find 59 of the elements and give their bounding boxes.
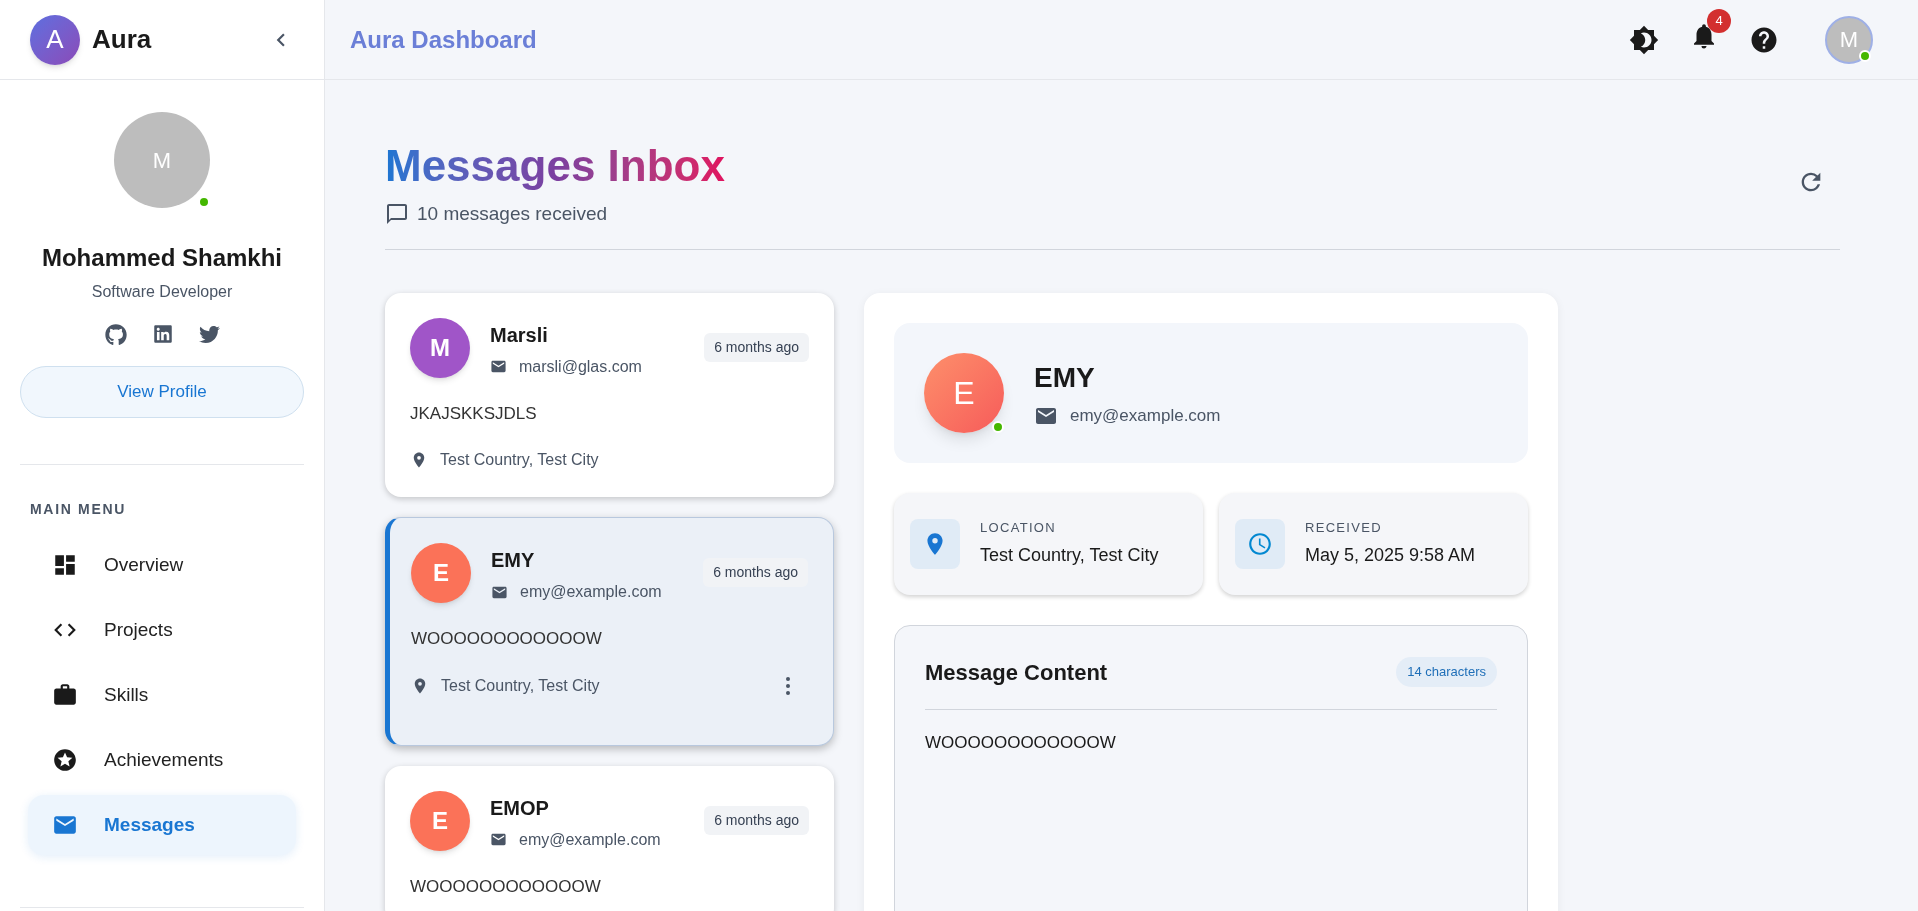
sender-email: emy@example.com bbox=[1070, 404, 1221, 427]
star-icon bbox=[52, 747, 78, 773]
message-count: 10 messages received bbox=[417, 202, 608, 226]
message-text: WOOOOOOOOOOOOW bbox=[925, 731, 1117, 754]
location-pin-icon bbox=[910, 518, 960, 569]
info-label: LOCATION bbox=[980, 518, 1057, 537]
sender-location: Test Country, Test City bbox=[440, 450, 599, 470]
time-chip: 6 months ago bbox=[703, 558, 808, 587]
profile-name: Mohammed Shamkhi bbox=[41, 243, 282, 273]
info-label: RECEIVED bbox=[1305, 518, 1383, 537]
clock-icon bbox=[1235, 518, 1285, 569]
menu-item[interactable]: Overview bbox=[28, 535, 296, 595]
github-icon[interactable] bbox=[104, 324, 127, 346]
sender-name: Marsli bbox=[490, 322, 549, 348]
dashboard-icon bbox=[52, 552, 78, 578]
menu-item[interactable]: Messages bbox=[28, 795, 296, 855]
profile-avatar: M bbox=[114, 112, 210, 208]
character-count: 14 characters bbox=[1396, 657, 1497, 687]
message-preview: WOOOOOOOOOOOOW bbox=[410, 875, 602, 898]
dashboard-title: Aura Dashboard bbox=[350, 24, 537, 55]
sender-avatar: E bbox=[924, 352, 1004, 433]
view-profile-button[interactable]: View Profile bbox=[20, 366, 304, 418]
message-preview: WOOOOOOOOOOOOW bbox=[411, 628, 603, 650]
app-name: Aura bbox=[92, 23, 152, 56]
content-title: Message Content bbox=[925, 658, 1108, 687]
linkedin-icon[interactable] bbox=[152, 324, 173, 344]
message-card[interactable]: M Marsli marsli@glas.com 6 months ago JKAJSKKSJDLS Test Country, Test City bbox=[385, 292, 834, 497]
menu-item[interactable]: Projects bbox=[28, 600, 296, 660]
time-chip: 6 months ago bbox=[704, 805, 809, 835]
sender-email: emy@example.com bbox=[520, 582, 662, 602]
profile-role: Software Developer bbox=[91, 282, 233, 302]
menu-item[interactable]: Achievements bbox=[28, 730, 296, 790]
sender-name: EMY bbox=[1034, 360, 1096, 395]
menu-item[interactable]: Skills bbox=[28, 665, 296, 725]
notification-count: 4 bbox=[1707, 9, 1731, 33]
sender-email: marsli@glas.com bbox=[519, 356, 642, 377]
theme-toggle-button[interactable] bbox=[1629, 24, 1659, 55]
sender-email: emy@example.com bbox=[519, 829, 661, 850]
sender-name: EMY bbox=[491, 548, 536, 573]
chat-icon bbox=[385, 202, 409, 227]
more-icon[interactable] bbox=[786, 676, 790, 695]
info-value: Test Country, Test City bbox=[980, 544, 1159, 568]
menu-heading: MAIN MENU bbox=[29, 500, 127, 519]
message-card[interactable]: E EMOP emy@example.com 6 months ago WOOOOOOOOOOOOW bbox=[385, 765, 834, 911]
brightness-icon bbox=[1629, 24, 1659, 55]
logo-avatar: A bbox=[30, 14, 80, 65]
info-value: May 5, 2025 9:58 AM bbox=[1305, 544, 1476, 568]
sender-location: Test Country, Test City bbox=[441, 675, 600, 696]
message-card[interactable]: E EMY emy@example.com 6 months ago WOOOOOOOOOOOOW Test Country, Test City bbox=[385, 517, 834, 746]
sender-avatar: E bbox=[411, 543, 471, 603]
sender-name: EMOP bbox=[490, 795, 550, 821]
time-chip: 6 months ago bbox=[704, 332, 809, 362]
mail-icon bbox=[490, 831, 507, 848]
briefcase-icon bbox=[52, 682, 78, 708]
sender-avatar: E bbox=[410, 790, 470, 851]
twitter-icon[interactable] bbox=[198, 324, 220, 345]
mail-icon bbox=[490, 358, 507, 375]
message-preview: JKAJSKKSJDLS bbox=[410, 402, 538, 425]
sender-avatar: M bbox=[410, 317, 470, 378]
